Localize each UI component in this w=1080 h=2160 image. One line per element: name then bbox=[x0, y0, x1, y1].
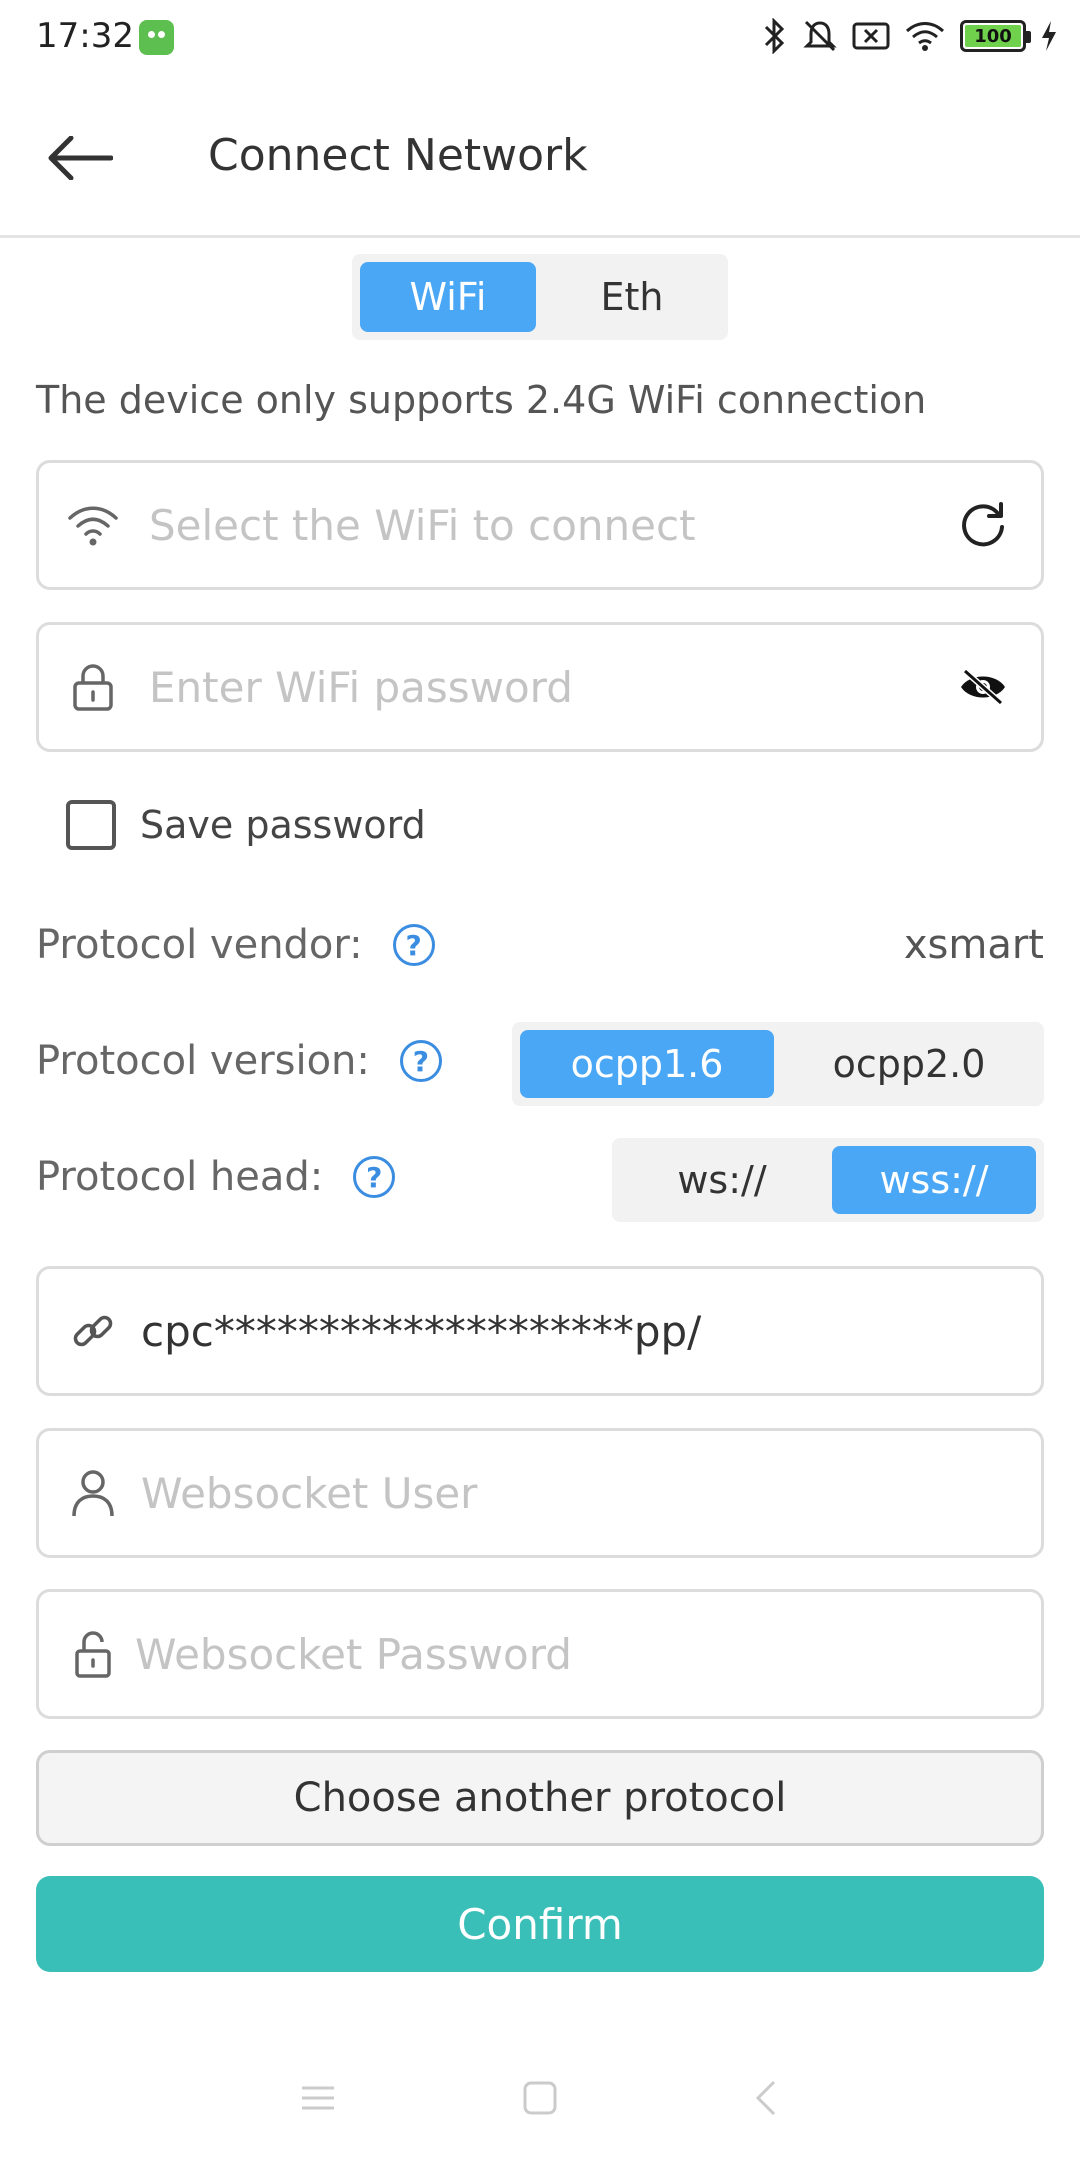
tab-wifi[interactable]: WiFi bbox=[360, 262, 536, 332]
app-icon bbox=[139, 20, 174, 55]
battery-level: 100 bbox=[965, 25, 1021, 47]
sim-icon bbox=[852, 22, 890, 50]
option-wss[interactable]: wss:// bbox=[832, 1146, 1036, 1214]
websocket-password-placeholder: Websocket Password bbox=[135, 1629, 572, 1679]
eye-off-icon[interactable] bbox=[953, 657, 1013, 717]
save-password-checkbox[interactable] bbox=[66, 800, 116, 850]
websocket-password-field[interactable]: Websocket Password bbox=[36, 1589, 1044, 1719]
option-ocpp16[interactable]: ocpp1.6 bbox=[520, 1030, 774, 1098]
system-nav-bar bbox=[0, 2060, 1080, 2130]
protocol-version-label: Protocol version: bbox=[36, 1038, 370, 1084]
battery-icon: 100 bbox=[960, 20, 1031, 52]
home-icon[interactable] bbox=[520, 2078, 560, 2118]
head-help-icon[interactable]: ? bbox=[353, 1156, 396, 1198]
wifi-select-field[interactable]: Select the WiFi to connect bbox=[36, 460, 1044, 590]
option-ws[interactable]: ws:// bbox=[620, 1146, 824, 1214]
protocol-version-row: Protocol version: ? bbox=[36, 1038, 442, 1084]
unlock-icon bbox=[67, 1628, 119, 1680]
wifi-hint-text: The device only supports 2.4G WiFi conne… bbox=[36, 378, 927, 422]
back-nav-icon[interactable] bbox=[748, 2078, 788, 2118]
wifi-icon bbox=[67, 499, 119, 551]
status-icons: 100 bbox=[762, 18, 1058, 54]
status-bar: 17:32 100 bbox=[0, 0, 1080, 78]
choose-protocol-button[interactable]: Choose another protocol bbox=[36, 1750, 1044, 1846]
wifi-password-field[interactable]: Enter WiFi password bbox=[36, 622, 1044, 752]
link-icon bbox=[67, 1305, 119, 1357]
refresh-icon[interactable] bbox=[953, 495, 1013, 555]
network-type-toggle: WiFi Eth bbox=[352, 254, 728, 340]
status-time: 17:32 bbox=[36, 16, 134, 56]
tab-eth[interactable]: Eth bbox=[544, 262, 720, 332]
wifi-signal-icon bbox=[905, 22, 945, 51]
wifi-password-placeholder: Enter WiFi password bbox=[149, 662, 573, 712]
lock-icon bbox=[67, 661, 119, 713]
protocol-vendor-value: xsmart bbox=[903, 922, 1044, 968]
websocket-user-placeholder: Websocket User bbox=[141, 1468, 478, 1518]
save-password-row[interactable]: Save password bbox=[66, 800, 426, 850]
protocol-version-toggle: ocpp1.6 ocpp2.0 bbox=[512, 1022, 1044, 1106]
wifi-select-placeholder: Select the WiFi to connect bbox=[149, 500, 696, 550]
protocol-vendor-label: Protocol vendor: bbox=[36, 922, 363, 968]
protocol-head-toggle: ws:// wss:// bbox=[612, 1138, 1044, 1222]
server-url-value: cpc********************pp/ bbox=[141, 1306, 702, 1356]
version-help-icon[interactable]: ? bbox=[399, 1040, 442, 1082]
vendor-help-icon[interactable]: ? bbox=[392, 924, 435, 966]
user-icon bbox=[67, 1467, 119, 1519]
websocket-user-field[interactable]: Websocket User bbox=[36, 1428, 1044, 1558]
save-password-label: Save password bbox=[140, 803, 426, 847]
bluetooth-icon bbox=[764, 18, 785, 54]
page-title: Connect Network bbox=[208, 130, 588, 181]
option-ocpp20[interactable]: ocpp2.0 bbox=[782, 1030, 1036, 1098]
app-bar: Connect Network bbox=[0, 78, 1080, 238]
protocol-head-row: Protocol head: ? bbox=[36, 1154, 396, 1200]
confirm-button[interactable]: Confirm bbox=[36, 1876, 1044, 1972]
server-url-field[interactable]: cpc********************pp/ bbox=[36, 1266, 1044, 1396]
charging-icon bbox=[1042, 21, 1056, 51]
protocol-head-label: Protocol head: bbox=[36, 1154, 324, 1200]
silent-icon bbox=[803, 20, 837, 52]
back-button[interactable] bbox=[40, 118, 120, 198]
protocol-vendor-row: Protocol vendor: ? bbox=[36, 922, 435, 968]
arrow-left-icon bbox=[48, 136, 113, 180]
menu-icon[interactable] bbox=[298, 2078, 338, 2118]
